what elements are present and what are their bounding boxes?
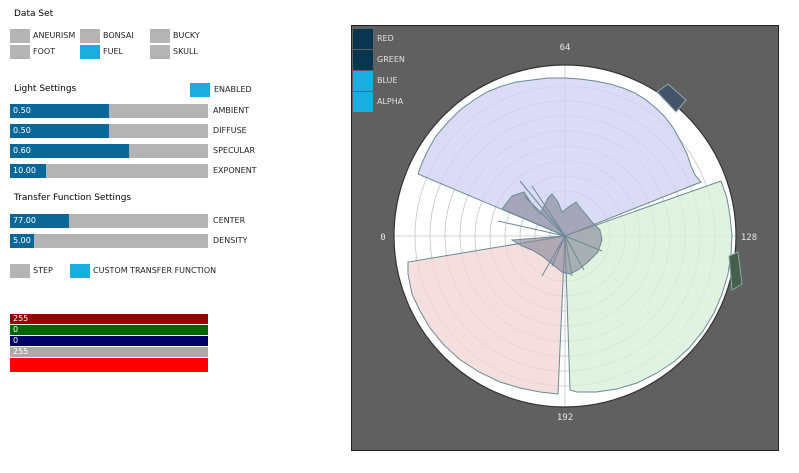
step-label: STEP <box>33 266 53 275</box>
center-value: 77.00 <box>13 216 36 225</box>
dataset-bucky-label: BUCKY <box>173 31 200 40</box>
specular-label: SPECULAR <box>213 146 256 155</box>
polar-plot[interactable]: 64 128 192 0 <box>352 26 778 450</box>
dataset-aneurism-label: ANEURISM <box>33 31 76 40</box>
dataset-bonsai-toggle[interactable] <box>80 29 100 43</box>
dataset-fuel-toggle[interactable] <box>80 45 100 59</box>
exponent-label: EXPONENT <box>213 166 257 175</box>
polar-label-bottom: 192 <box>557 413 573 423</box>
specular-slider[interactable]: 0.60 <box>10 144 208 158</box>
ambient-label: AMBIENT <box>213 106 250 115</box>
center-slider[interactable]: 77.00 <box>10 214 208 228</box>
dataset-bucky-toggle[interactable] <box>150 29 170 43</box>
specular-value: 0.60 <box>13 146 31 155</box>
red-value-bar[interactable]: 255 <box>10 314 208 324</box>
transfer-function-panel[interactable]: RED GREEN BLUE ALPHA 64 128 192 0 <box>351 25 779 451</box>
red-value: 255 <box>13 314 29 323</box>
dataset-skull-toggle[interactable] <box>150 45 170 59</box>
light-settings-title: Light Settings <box>14 84 77 94</box>
alpha-value: 255 <box>13 347 29 356</box>
light-enabled-label: ENABLED <box>214 85 252 94</box>
diffuse-label: DIFFUSE <box>213 126 247 135</box>
ambient-slider[interactable]: 0.50 <box>10 104 208 118</box>
dataset-title: Data Set <box>14 9 54 19</box>
custom-transfer-label: CUSTOM TRANSFER FUNCTION <box>93 266 217 275</box>
dataset-bonsai-label: BONSAI <box>103 31 134 40</box>
polar-label-left: 0 <box>380 233 385 243</box>
polar-label-right: 128 <box>741 233 757 243</box>
green-value: 0 <box>13 325 19 334</box>
dataset-aneurism-toggle[interactable] <box>10 29 30 43</box>
light-enabled-toggle[interactable] <box>190 83 210 97</box>
blue-value: 0 <box>13 336 19 345</box>
diffuse-slider[interactable]: 0.50 <box>10 124 208 138</box>
polar-label-top: 64 <box>560 43 571 53</box>
step-toggle[interactable] <box>10 264 30 278</box>
green-value-bar[interactable]: 0 <box>10 325 208 335</box>
color-preview-swatch <box>10 358 208 372</box>
density-slider[interactable]: 5.00 <box>10 234 208 248</box>
alpha-handle-right[interactable] <box>728 251 743 291</box>
exponent-value: 10.00 <box>13 166 36 175</box>
dataset-skull-label: SKULL <box>173 47 198 56</box>
density-value: 5.00 <box>13 236 31 245</box>
ambient-value: 0.50 <box>13 106 31 115</box>
transfer-settings-title: Transfer Function Settings <box>14 193 132 203</box>
exponent-slider[interactable]: 10.00 <box>10 164 208 178</box>
dataset-fuel-label: FUEL <box>103 47 123 56</box>
dataset-foot-label: FOOT <box>33 47 56 56</box>
blue-value-bar[interactable]: 0 <box>10 336 208 346</box>
density-label: DENSITY <box>213 236 248 245</box>
custom-transfer-toggle[interactable] <box>70 264 90 278</box>
center-label: CENTER <box>213 216 246 225</box>
alpha-value-bar[interactable]: 255 <box>10 347 208 357</box>
red-channel-wedge[interactable] <box>407 235 566 395</box>
dataset-foot-toggle[interactable] <box>10 45 30 59</box>
diffuse-value: 0.50 <box>13 126 31 135</box>
